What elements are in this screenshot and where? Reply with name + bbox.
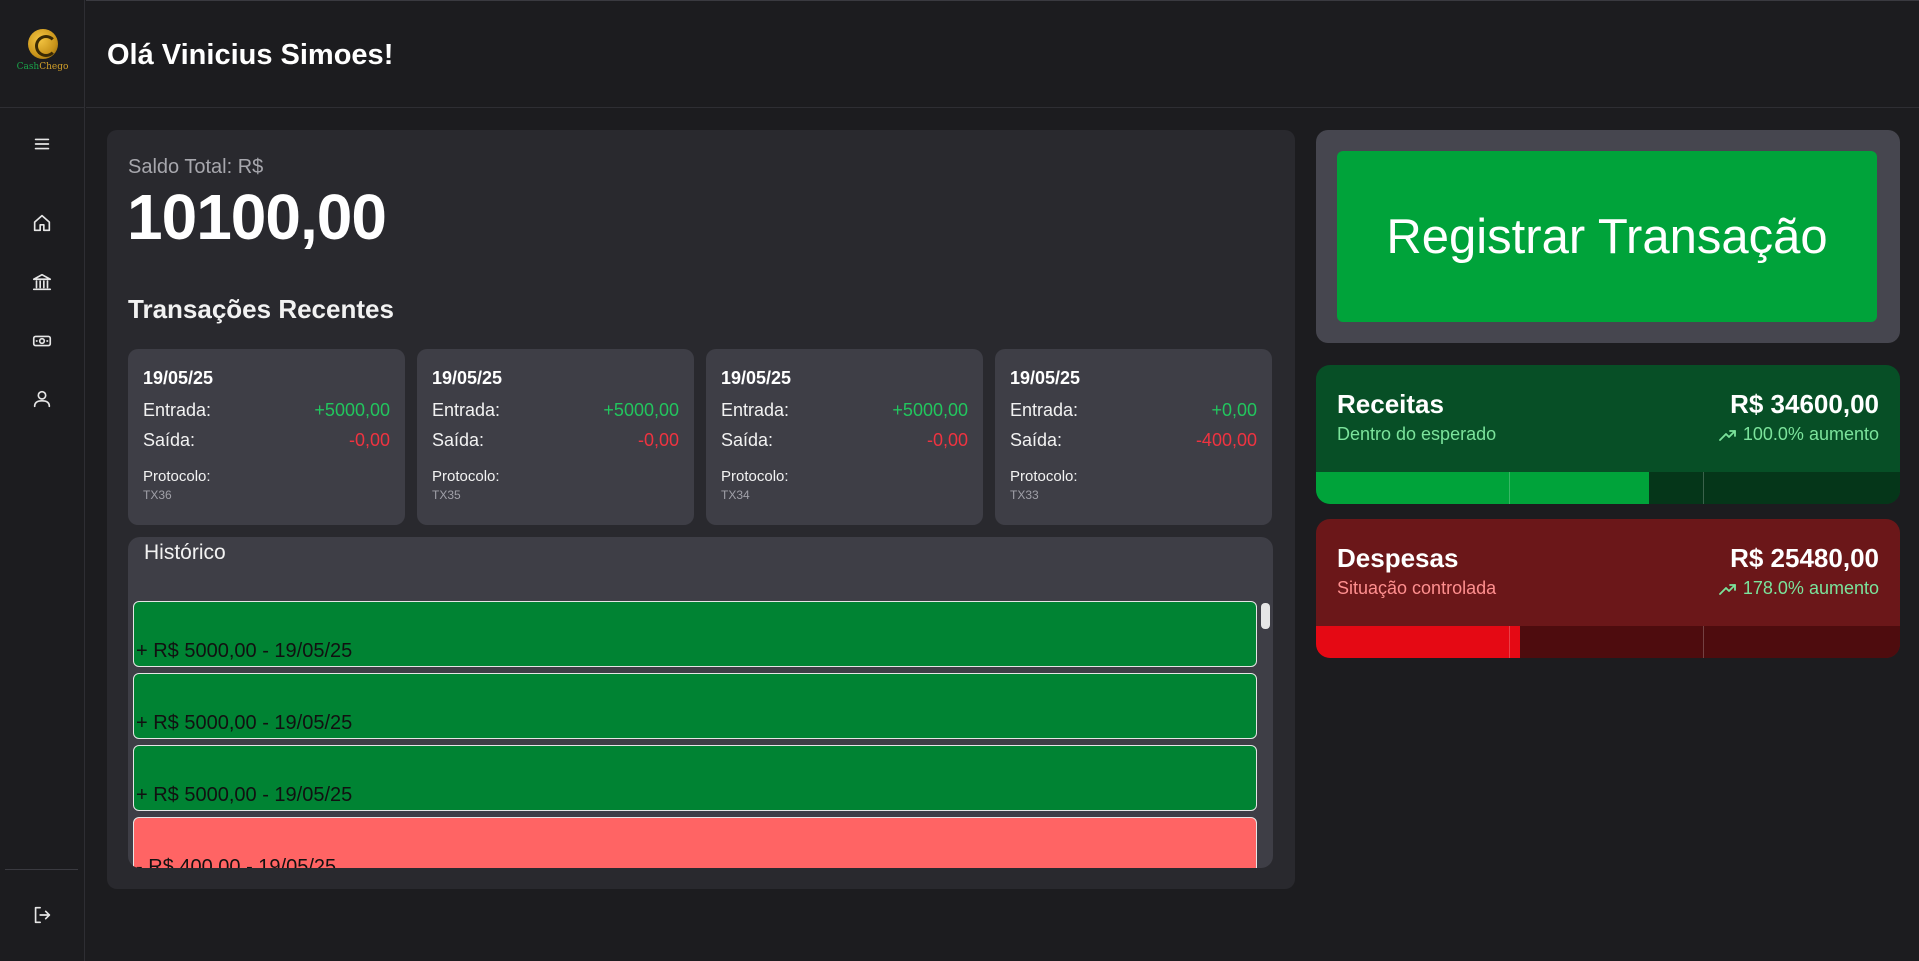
protocol-value: TX35: [432, 488, 461, 502]
logo-text: CashChego: [16, 62, 69, 72]
home-icon[interactable]: [27, 208, 57, 238]
sidebar: CashChego: [0, 0, 85, 961]
entrada-label: Entrada:: [432, 400, 501, 420]
income-card: Receitas R$ 34600,00 Dentro do esperado …: [1316, 365, 1900, 504]
protocol-value: TX33: [1010, 488, 1039, 502]
progress-tick: [1703, 472, 1704, 504]
saida-value: -0,00: [926, 430, 968, 450]
expense-title: Despesas: [1337, 543, 1459, 573]
page-title: Olá Vinicius Simoes!: [107, 39, 394, 71]
expense-progress-bar: [1316, 626, 1900, 658]
history-scrollbar[interactable]: [1261, 603, 1270, 629]
transaction-date: 19/05/25: [721, 368, 792, 388]
bank-icon[interactable]: [27, 267, 57, 297]
history-item-text: + R$ 5000,00 - 19/05/25: [136, 784, 353, 806]
income-trend-text: 100.0% aumento: [1742, 424, 1879, 444]
history-item[interactable]: + R$ 5000,00 - 19/05/25: [133, 601, 1257, 667]
transaction-card[interactable]: 19/05/25 Entrada: +5000,00 Saída: -0,00 Pr…: [417, 349, 694, 525]
saida-label: Saída:: [1010, 430, 1063, 450]
history-item[interactable]: + R$ 5000,00 - 19/05/25: [133, 745, 1257, 811]
progress-tick: [1703, 626, 1704, 658]
header: Olá Vinicius Simoes!: [86, 0, 1919, 108]
protocol-label: Protocolo:: [143, 468, 211, 485]
logout-icon[interactable]: [27, 900, 57, 930]
transaction-card[interactable]: 19/05/25 Entrada: +0,00 Saída: -400,00 Pro…: [995, 349, 1272, 525]
recent-transactions-title: Transações Recentes: [128, 294, 394, 324]
logo-coin-icon: [27, 29, 58, 59]
expense-progress-fill: [1316, 626, 1521, 658]
balance-label: Saldo Total: R$: [128, 156, 264, 178]
entrada-value: +5000,00: [314, 400, 390, 420]
income-title: Receitas: [1337, 389, 1444, 419]
user-icon[interactable]: [27, 384, 57, 414]
expense-subtitle: Situação controlada: [1337, 578, 1497, 598]
transaction-card[interactable]: 19/05/25 Entrada: +5000,00 Saída: -0,00 Pr…: [128, 349, 405, 525]
progress-tick: [1509, 472, 1510, 504]
history-item[interactable]: - R$ 400,00 - 19/05/25: [133, 817, 1257, 868]
entrada-value: +5000,00: [603, 400, 679, 420]
balance-value: 10100,00: [127, 181, 387, 253]
income-progress-bar: [1316, 472, 1900, 504]
expense-amount: R$ 25480,00: [1730, 543, 1879, 573]
progress-tick: [1509, 626, 1510, 658]
history-item-text: - R$ 400,00 - 19/05/25: [136, 856, 337, 868]
history-list: + R$ 5000,00 - 19/05/25 + R$ 5000,00 - 1…: [133, 601, 1257, 868]
protocol-label: Protocolo:: [1010, 468, 1078, 485]
protocol-label: Protocolo:: [721, 468, 789, 485]
income-trend: 100.0% aumento: [1718, 424, 1879, 445]
trending-up-icon: [1718, 583, 1736, 595]
income-subtitle: Dentro do esperado: [1337, 424, 1497, 444]
register-panel: Registrar Transação: [1316, 130, 1900, 343]
money-icon[interactable]: [27, 326, 57, 356]
saida-value: -0,00: [637, 430, 679, 450]
saida-value: -400,00: [1195, 430, 1257, 450]
income-progress-fill: [1316, 472, 1649, 504]
history-title: Histórico: [144, 541, 226, 564]
sidebar-divider: [5, 869, 78, 870]
entrada-label: Entrada:: [721, 400, 790, 420]
saida-label: Saída:: [721, 430, 774, 450]
saida-label: Saída:: [143, 430, 196, 450]
transaction-date: 19/05/25: [432, 368, 503, 388]
trending-up-icon: [1718, 429, 1736, 441]
transaction-date: 19/05/25: [1010, 368, 1081, 388]
menu-icon[interactable]: [27, 129, 57, 159]
balance-panel: Saldo Total: R$ 10100,00 Transações Rece…: [107, 130, 1295, 889]
entrada-label: Entrada:: [143, 400, 212, 420]
saida-value: -0,00: [348, 430, 390, 450]
entrada-value: +0,00: [1211, 400, 1257, 420]
income-amount: R$ 34600,00: [1730, 389, 1879, 419]
history-item[interactable]: + R$ 5000,00 - 19/05/25: [133, 673, 1257, 739]
expense-trend-text: 178.0% aumento: [1742, 578, 1879, 598]
history-item-text: + R$ 5000,00 - 19/05/25: [136, 712, 353, 734]
saida-label: Saída:: [432, 430, 485, 450]
expense-card: Despesas R$ 25480,00 Situação controlada…: [1316, 519, 1900, 658]
history-panel[interactable]: Histórico + R$ 5000,00 - 19/05/25 + R$ 5…: [128, 537, 1273, 868]
register-transaction-button[interactable]: Registrar Transação: [1337, 151, 1877, 322]
transaction-date: 19/05/25: [143, 368, 214, 388]
history-item-text: + R$ 5000,00 - 19/05/25: [136, 640, 353, 662]
logo: CashChego: [0, 0, 85, 108]
transaction-card[interactable]: 19/05/25 Entrada: +5000,00 Saída: -0,00 Pr…: [706, 349, 983, 525]
expense-trend: 178.0% aumento: [1718, 578, 1879, 599]
entrada-value: +5000,00: [892, 400, 968, 420]
protocol-value: TX34: [721, 488, 750, 502]
protocol-value: TX36: [143, 488, 172, 502]
protocol-label: Protocolo:: [432, 468, 500, 485]
entrada-label: Entrada:: [1010, 400, 1079, 420]
